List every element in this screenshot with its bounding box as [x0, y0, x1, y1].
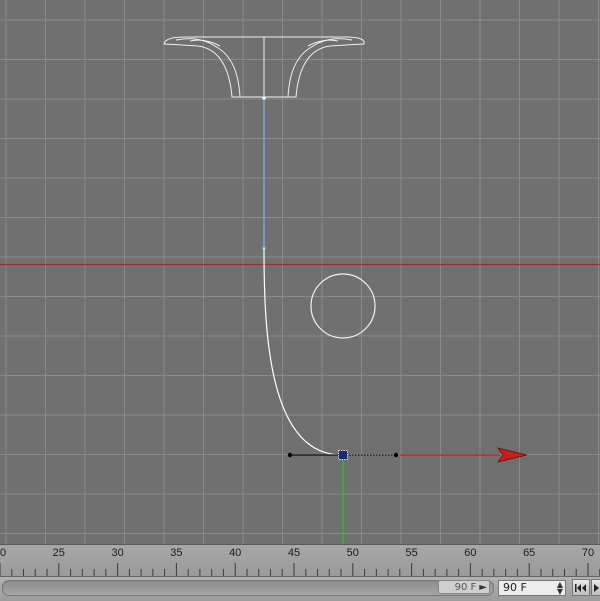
viewport-canvas[interactable] — [0, 0, 600, 544]
go-to-start-icon[interactable] — [572, 579, 590, 596]
play-right-icon: ► — [479, 582, 487, 593]
timeline-tick-label: 30 — [111, 547, 124, 559]
circle-spline[interactable] — [310, 273, 376, 339]
viewport-grid — [0, 0, 600, 544]
timeline-tick-label: 25 — [52, 547, 65, 559]
spinner-icon[interactable]: ▲ ▼ — [557, 581, 563, 596]
timeline-tick-label: 55 — [405, 547, 418, 559]
tangent-handle-point[interactable] — [287, 452, 293, 458]
timeline-tick-label: 35 — [170, 547, 183, 559]
3d-viewport[interactable] — [0, 0, 600, 544]
timeline-ticks — [0, 563, 600, 577]
frame-input-value: 90 F — [503, 581, 527, 594]
timeline-tick-label: 50 — [346, 547, 359, 559]
spline-curve[interactable] — [263, 247, 343, 456]
timeline-tick-label: 20 — [0, 547, 7, 559]
timeline-tick-label: 45 — [287, 547, 301, 559]
timeline-ruler[interactable]: 20 25 30 35 40 45 50 55 60 65 70 — [0, 544, 600, 577]
play-forward-icon[interactable] — [591, 579, 600, 596]
playback-bar: 90 F ► 90 F ▲ ▼ — [0, 576, 600, 601]
timeline-scrollbar[interactable] — [2, 580, 494, 596]
spline-point[interactable] — [262, 96, 266, 100]
timeline-tick-label: 40 — [229, 547, 242, 559]
frame-input[interactable]: 90 F ▲ ▼ — [498, 580, 566, 596]
selected-point[interactable] — [338, 450, 348, 460]
timeline-tick-label: 60 — [464, 547, 477, 559]
lathe-object[interactable] — [163, 36, 365, 98]
end-frame-display[interactable]: 90 F ► — [438, 580, 490, 594]
timeline-tick-label: 65 — [523, 547, 536, 559]
timeline-labels: 20 25 30 35 40 45 50 55 60 65 70 — [0, 545, 600, 563]
timeline-tick-label: 70 — [581, 547, 595, 559]
end-frame-value: 90 F — [454, 582, 477, 593]
tangent-handle-point[interactable] — [393, 452, 399, 458]
